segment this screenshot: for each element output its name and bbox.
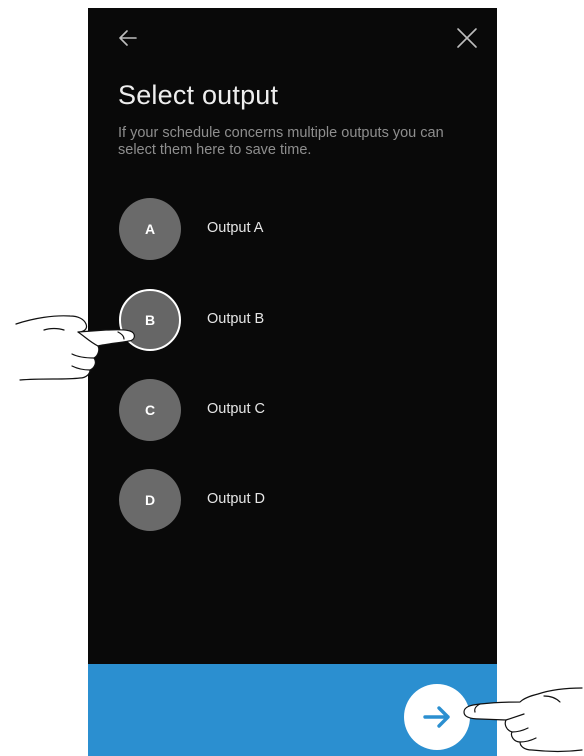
output-label: Output A — [207, 220, 264, 236]
back-button[interactable] — [114, 24, 142, 52]
output-row-a[interactable]: A Output A — [119, 198, 459, 260]
output-letter: D — [144, 492, 156, 508]
output-label: Output B — [207, 311, 265, 327]
app-screen: Select output If your schedule concerns … — [88, 8, 497, 756]
arrow-right-icon — [423, 706, 450, 728]
output-label: Output D — [207, 491, 266, 507]
output-c-toggle[interactable]: C — [119, 379, 181, 441]
output-letter: A — [144, 221, 156, 237]
page-subtitle: If your schedule concerns multiple outpu… — [118, 125, 444, 158]
arrow-left-icon — [119, 30, 137, 46]
close-icon — [457, 28, 477, 48]
output-a-toggle[interactable]: A — [119, 198, 181, 260]
output-d-toggle[interactable]: D — [119, 469, 181, 531]
output-row-d[interactable]: D Output D — [119, 469, 459, 531]
output-label: Output C — [207, 401, 266, 417]
output-row-b[interactable]: B Output B — [119, 289, 459, 351]
close-button[interactable] — [453, 24, 481, 52]
output-letter: B — [144, 312, 156, 328]
hand-pointer-icon — [463, 687, 583, 753]
page-title: Select output — [118, 80, 279, 110]
hand-pointer-icon — [15, 315, 135, 381]
output-row-c[interactable]: C Output C — [119, 379, 459, 441]
bottom-bar — [88, 664, 497, 756]
top-bar — [88, 8, 497, 68]
output-letter: C — [144, 402, 156, 418]
